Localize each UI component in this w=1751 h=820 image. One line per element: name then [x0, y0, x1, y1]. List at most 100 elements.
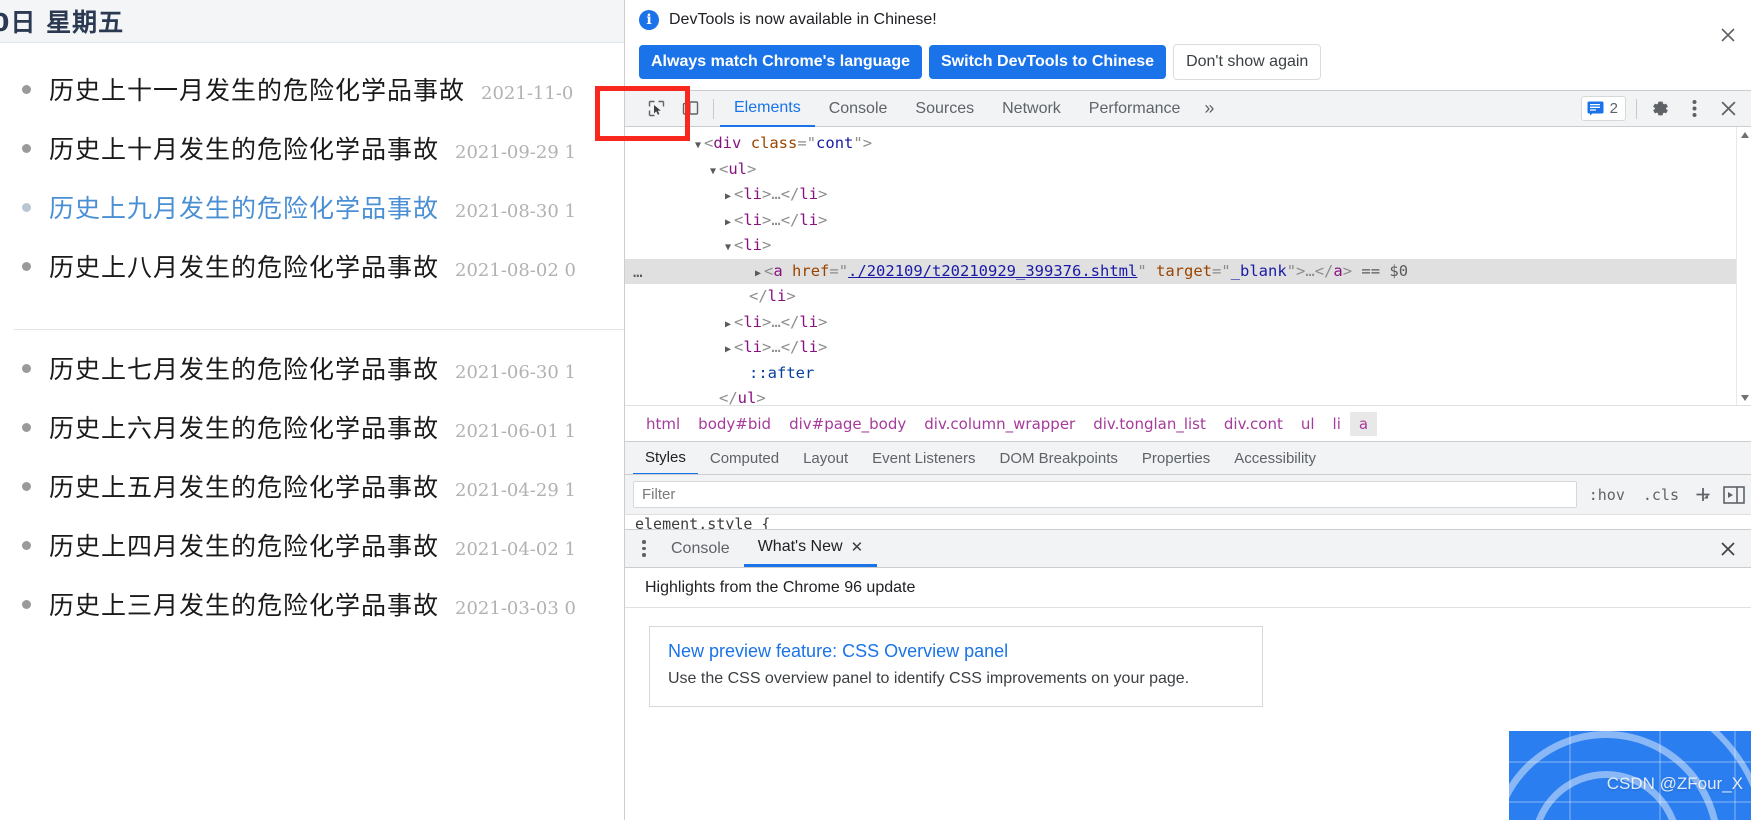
list-item[interactable]: 历史上十月发生的危险化学品事故 2021-09-29 1 — [0, 130, 694, 189]
drawer-close-icon[interactable] — [1717, 538, 1739, 560]
toggle-sidebar-icon[interactable] — [1721, 484, 1747, 506]
cls-toggle[interactable]: .cls — [1637, 484, 1685, 506]
dom-node-row[interactable]: ▼ <div class="cont"> — [625, 131, 1751, 157]
dom-node-row[interactable]: ▶ <li>…</li> — [625, 335, 1751, 361]
whats-new-card[interactable]: New preview feature: CSS Overview panel … — [649, 626, 1263, 707]
twisty-collapsed-icon[interactable]: ▶ — [722, 312, 734, 338]
toolbar-divider-2 — [1636, 98, 1637, 119]
tab-network[interactable]: Network — [988, 91, 1075, 127]
twisty-collapsed-icon[interactable]: ▶ — [722, 184, 734, 210]
twisty-collapsed-icon[interactable]: ▶ — [722, 337, 734, 363]
styles-tab-accessibility[interactable]: Accessibility — [1222, 442, 1328, 474]
dom-node-row[interactable]: ▶ <li>…</li> — [625, 310, 1751, 336]
dom-tree-scrollbar[interactable] — [1736, 127, 1751, 405]
list-item-title[interactable]: 历史上八月发生的危险化学品事故 — [49, 248, 439, 284]
dom-node-row[interactable]: ▼ <li> — [625, 233, 1751, 259]
breadcrumb-item[interactable]: html — [637, 412, 689, 436]
drawer-tab-console[interactable]: Console — [657, 530, 744, 567]
plus-icon[interactable] — [1691, 483, 1715, 507]
list-item-title[interactable]: 历史上三月发生的危险化学品事故 — [49, 586, 439, 622]
breadcrumb-item[interactable]: a — [1349, 411, 1378, 436]
list-item[interactable]: 历史上五月发生的危险化学品事故 2021-04-29 1 — [0, 468, 694, 527]
list-item-title[interactable]: 历史上六月发生的危险化学品事故 — [49, 409, 439, 445]
list-item-title[interactable]: 历史上七月发生的危险化学品事故 — [49, 350, 439, 386]
list-item-title[interactable]: 历史上四月发生的危险化学品事故 — [49, 527, 439, 563]
kebab-menu-icon[interactable] — [1677, 92, 1711, 126]
dom-token-punc: > — [747, 159, 757, 178]
inspect-cursor-icon[interactable] — [639, 92, 673, 126]
list-item[interactable]: 历史上六月发生的危险化学品事故 2021-06-01 1 — [0, 409, 694, 468]
twisty-expanded-icon[interactable]: ▼ — [707, 159, 719, 185]
banner-close-icon[interactable] — [1715, 22, 1741, 48]
banner-button-0[interactable]: Always match Chrome's language — [639, 45, 922, 79]
dom-token-punc: < — [734, 338, 744, 356]
drawer-kebab-menu-icon[interactable] — [631, 536, 657, 562]
banner-button-2[interactable]: Don't show again — [1173, 44, 1322, 80]
list-item[interactable]: 历史上七月发生的危险化学品事故 2021-06-30 1 — [0, 350, 694, 409]
dom-token-tagname: li — [799, 185, 819, 203]
dom-scroll-down-icon[interactable] — [1737, 390, 1751, 405]
dom-token-punc: < — [704, 134, 714, 152]
twisty-collapsed-icon[interactable]: ▶ — [752, 261, 764, 287]
list-item-title[interactable]: 历史上十一月发生的危险化学品事故 — [49, 71, 465, 107]
more-tabs-icon[interactable]: » — [1194, 98, 1224, 119]
gear-icon[interactable] — [1643, 92, 1677, 126]
dom-token-tagname: li — [743, 338, 763, 356]
styles-tab-properties[interactable]: Properties — [1130, 442, 1222, 474]
list-item[interactable]: 历史上三月发生的危险化学品事故 2021-03-03 0 — [0, 586, 694, 645]
dom-row-gutter-ellipsis: … — [633, 261, 644, 281]
tab-performance[interactable]: Performance — [1075, 91, 1195, 127]
dom-node-row[interactable]: </ul> — [625, 386, 1751, 405]
tab-elements[interactable]: Elements — [720, 91, 815, 127]
tab-sources[interactable]: Sources — [901, 91, 988, 127]
banner-button-1[interactable]: Switch DevTools to Chinese — [929, 45, 1167, 79]
drawer-tab-what-s-new[interactable]: What's New ✕ — [743, 530, 878, 567]
dom-node-row[interactable]: … ▶ <a href="./202109/t20210929_399376.sht… — [625, 258, 1751, 287]
twisty-collapsed-icon[interactable]: ▶ — [722, 210, 734, 236]
list-item[interactable]: 历史上四月发生的危险化学品事故 2021-04-02 1 — [0, 527, 694, 586]
tab-console[interactable]: Console — [815, 91, 902, 127]
breadcrumb-item[interactable]: ul — [1292, 412, 1324, 436]
list-item-date: 2021-04-02 1 — [455, 539, 576, 560]
list-item-date: 2021-08-02 0 — [455, 260, 576, 281]
dom-node-row[interactable]: ▶ <li>…</li> — [625, 208, 1751, 234]
hov-toggle[interactable]: :hov — [1583, 484, 1631, 506]
csdn-watermark: CSDN @ZFour_X — [1606, 774, 1743, 793]
breadcrumb-item[interactable]: div#page_body — [780, 412, 915, 436]
list-item-title[interactable]: 历史上五月发生的危险化学品事故 — [49, 468, 439, 504]
breadcrumb-item[interactable]: body#bid — [689, 412, 780, 436]
whats-new-card-title[interactable]: New preview feature: CSS Overview panel — [668, 641, 1244, 662]
list-item[interactable]: 历史上八月发生的危险化学品事故 2021-08-02 0 — [0, 248, 694, 307]
styles-tab-layout[interactable]: Layout — [791, 442, 860, 474]
styles-filter-input[interactable] — [633, 481, 1577, 508]
dom-token-punc: > — [762, 312, 772, 331]
dom-node-row[interactable]: ▼ <ul> — [625, 157, 1751, 183]
styles-tab-event-listeners[interactable]: Event Listeners — [860, 442, 987, 474]
list-item-title[interactable]: 历史上九月发生的危险化学品事故 — [49, 189, 439, 225]
breadcrumb-item[interactable]: li — [1324, 412, 1350, 436]
breadcrumb-item[interactable]: div.column_wrapper — [915, 412, 1084, 436]
dom-scroll-up-icon[interactable] — [1737, 127, 1751, 142]
dom-token-txtdots: … — [771, 338, 781, 356]
breadcrumb-item[interactable]: div.tonglan_list — [1084, 412, 1215, 436]
twisty-expanded-icon[interactable]: ▼ — [692, 133, 704, 159]
styles-filter-row: :hov .cls — [625, 475, 1751, 515]
device-toolbar-icon[interactable] — [673, 92, 707, 126]
dom-token-punc: > — [818, 312, 828, 331]
styles-tab-styles[interactable]: Styles — [633, 442, 698, 474]
styles-tab-dom-breakpoints[interactable]: DOM Breakpoints — [988, 442, 1130, 474]
drawer-tab-close-icon[interactable]: ✕ — [851, 538, 864, 556]
styles-tab-computed[interactable]: Computed — [698, 442, 791, 474]
message-count-badge[interactable]: 2 — [1580, 96, 1626, 121]
list-item[interactable]: 历史上九月发生的危险化学品事故 2021-08-30 1 — [0, 189, 694, 248]
dom-tree-view[interactable]: ▼ <div class="cont"> ▼ <ul> ▶ <li>…</li> ▶ <li>… — [625, 127, 1751, 405]
twisty-expanded-icon[interactable]: ▼ — [722, 235, 734, 261]
dom-node-row[interactable]: ▶ <li>…</li> — [625, 182, 1751, 208]
list-item-title[interactable]: 历史上十月发生的危险化学品事故 — [49, 130, 439, 166]
breadcrumb-item[interactable]: div.cont — [1215, 412, 1292, 436]
dom-node-row[interactable]: ::after — [625, 361, 1751, 387]
devtools-close-icon[interactable] — [1711, 92, 1745, 126]
dom-node-row[interactable]: </li> — [625, 284, 1751, 310]
page-date-text: 0日 星期五 — [0, 8, 125, 37]
list-item[interactable]: 历史上十一月发生的危险化学品事故 2021-11-0 — [0, 71, 694, 130]
